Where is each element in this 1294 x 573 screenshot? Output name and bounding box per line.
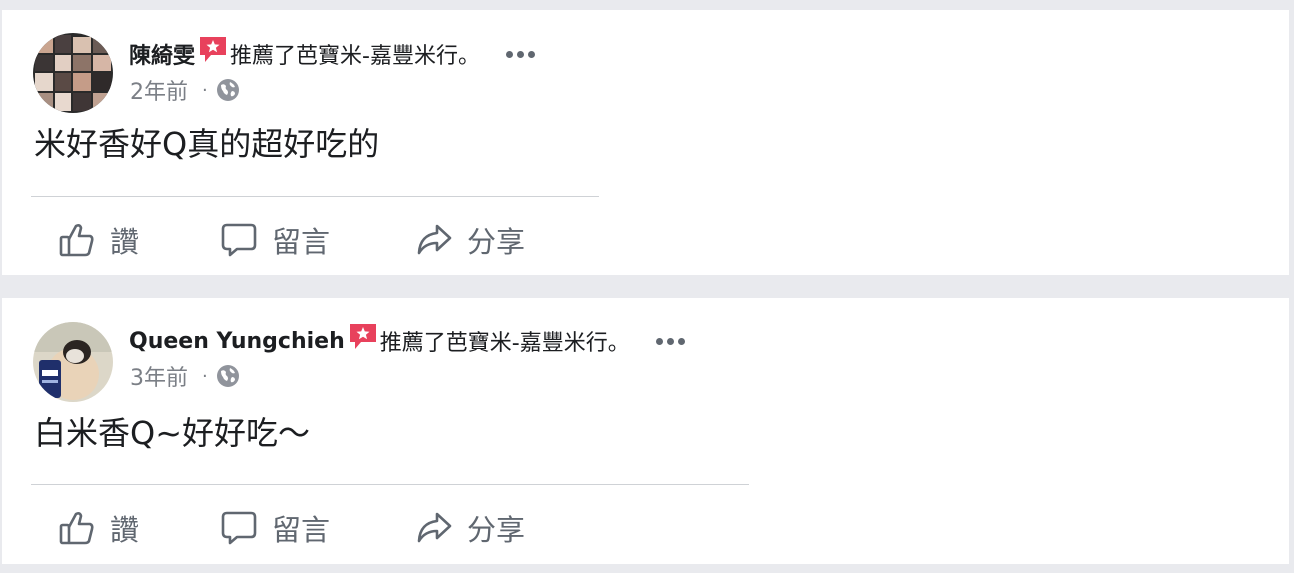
- author-name[interactable]: 陳綺雯: [129, 38, 195, 70]
- share-label: 分享: [467, 225, 526, 259]
- more-icon[interactable]: [655, 337, 685, 345]
- post-timestamp[interactable]: 3年前: [130, 360, 188, 392]
- share-arrow-icon: [415, 221, 453, 259]
- thumbs-up-icon: [58, 221, 96, 259]
- like-button[interactable]: 讚: [58, 503, 139, 553]
- like-button[interactable]: 讚: [58, 215, 139, 265]
- divider: [31, 484, 749, 485]
- post-card: 陳綺雯 推薦了芭寶米-嘉豐米行。 2年前 · 米好香好Q真的超好吃的 讚 留言 …: [2, 10, 1289, 275]
- globe-icon: [216, 78, 240, 102]
- recommend-text[interactable]: 推薦了芭寶米-嘉豐米行。: [230, 38, 480, 70]
- comment-label: 留言: [272, 225, 331, 259]
- recommend-icon: [347, 321, 379, 353]
- recommend-icon: [197, 34, 229, 66]
- more-icon[interactable]: [505, 50, 535, 58]
- globe-icon: [216, 364, 240, 388]
- post-body: 米好香好Q真的超好吃的: [34, 125, 380, 163]
- post-card: Queen Yungchieh 推薦了芭寶米-嘉豐米行。 3年前 · 白米香Q~…: [2, 298, 1289, 564]
- comment-bubble-icon: [220, 221, 258, 259]
- divider: [31, 196, 599, 197]
- like-label: 讚: [110, 513, 140, 547]
- avatar[interactable]: [33, 33, 113, 113]
- post-header: 陳綺雯 推薦了芭寶米-嘉豐米行。: [129, 37, 535, 71]
- share-button[interactable]: 分享: [415, 215, 525, 265]
- meta-separator: ·: [202, 365, 208, 387]
- comment-button[interactable]: 留言: [220, 503, 330, 553]
- comment-label: 留言: [272, 513, 331, 547]
- post-meta: 3年前 ·: [130, 360, 240, 392]
- post-actions: 讚 留言 分享: [2, 215, 702, 265]
- post-actions: 讚 留言 分享: [2, 503, 702, 553]
- share-button[interactable]: 分享: [415, 503, 525, 553]
- share-label: 分享: [467, 513, 526, 547]
- post-body: 白米香Q~好好吃～: [34, 414, 311, 452]
- post-meta: 2年前 ·: [130, 74, 240, 106]
- post-timestamp[interactable]: 2年前: [130, 74, 188, 106]
- like-label: 讚: [110, 225, 140, 259]
- post-header: Queen Yungchieh 推薦了芭寶米-嘉豐米行。: [129, 324, 685, 358]
- comment-bubble-icon: [220, 509, 258, 547]
- avatar[interactable]: [33, 322, 113, 402]
- author-name[interactable]: Queen Yungchieh: [129, 329, 345, 354]
- thumbs-up-icon: [58, 509, 96, 547]
- comment-button[interactable]: 留言: [220, 215, 330, 265]
- meta-separator: ·: [202, 79, 208, 101]
- share-arrow-icon: [415, 509, 453, 547]
- recommend-text[interactable]: 推薦了芭寶米-嘉豐米行。: [380, 325, 630, 357]
